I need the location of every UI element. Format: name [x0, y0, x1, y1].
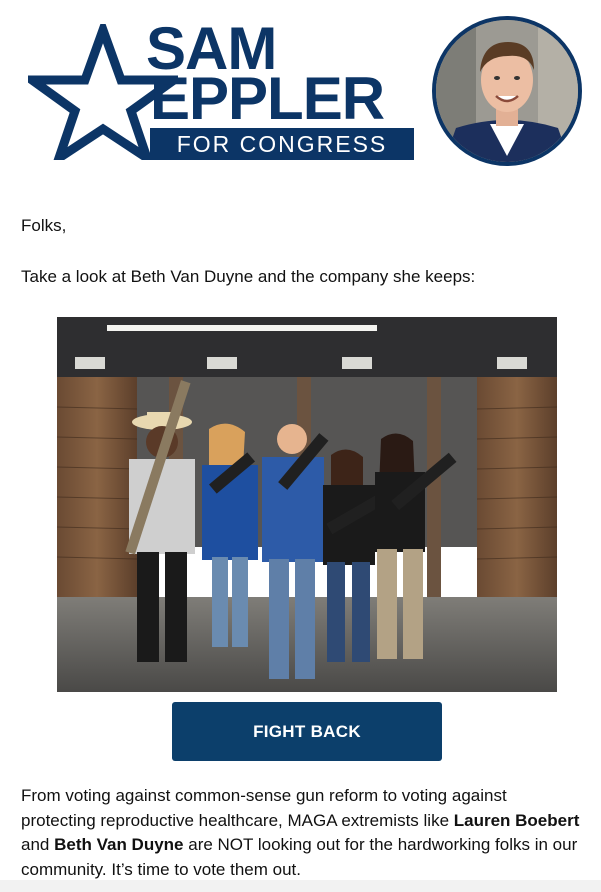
footer-edge	[0, 880, 601, 892]
campaign-logo[interactable]: SAM EPPLER FOR CONGRESS	[28, 19, 418, 165]
lauren-boebert-name: Lauren Boebert	[453, 810, 580, 830]
candidate-avatar	[432, 16, 582, 166]
body-text-part-2: and	[21, 835, 55, 854]
email-header: SAM EPPLER FOR CONGRESS	[0, 0, 601, 185]
greeting-text: Folks,	[21, 216, 67, 235]
body-paragraph: From voting against common-sense gun ref…	[21, 784, 581, 882]
fight-back-button[interactable]: FIGHT BACK	[172, 702, 442, 761]
logo-name-last: EPPLER	[150, 65, 385, 132]
body-text-part-1: From voting against common-sense gun ref…	[21, 786, 507, 830]
intro-text: Take a look at Beth Van Duyne and the co…	[21, 267, 476, 286]
shooting-range-photo[interactable]	[57, 317, 557, 692]
group-photo-image	[57, 317, 557, 692]
logo-tagline: FOR CONGRESS	[150, 128, 414, 160]
candidate-portrait	[436, 20, 578, 162]
beth-van-duyne-name: Beth Van Duyne	[54, 835, 184, 854]
